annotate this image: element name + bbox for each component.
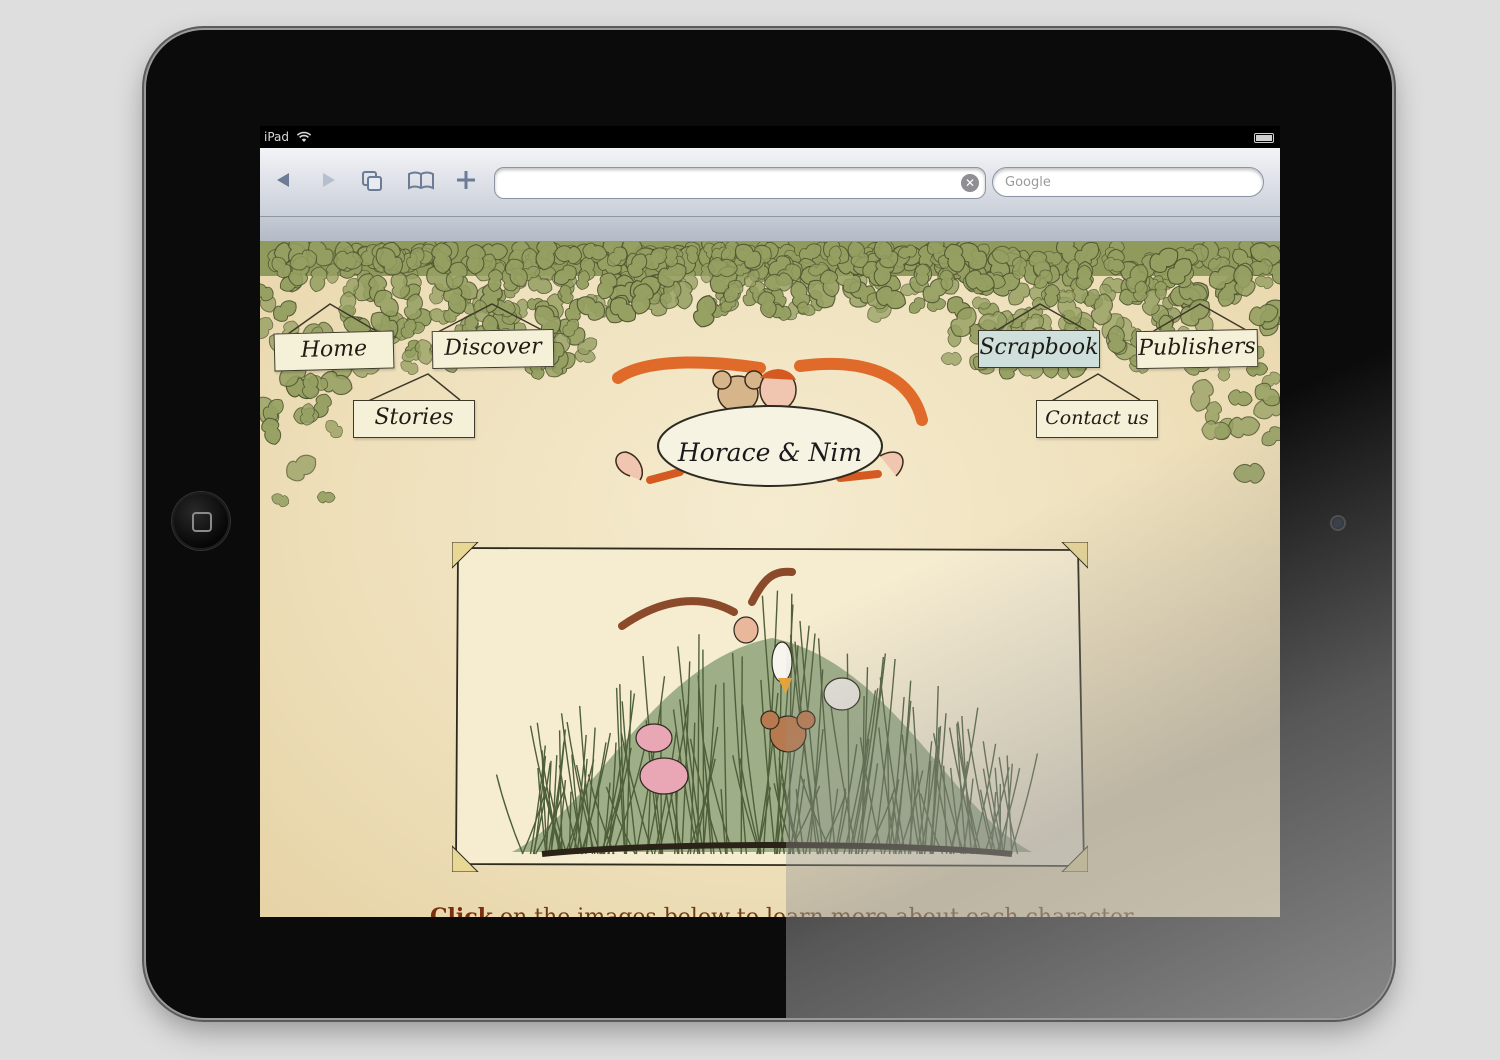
clear-icon[interactable]: ✕ [961,174,979,192]
site-logo[interactable]: Horace & Nim [610,352,940,512]
battery-icon [1254,133,1274,143]
home-square-icon [192,512,212,532]
pages-icon[interactable] [358,166,386,194]
search-placeholder: Google [1005,175,1051,190]
back-arrow-icon[interactable] [270,166,298,194]
nav-contact-us-label: Contact us [1045,407,1149,429]
nav-home[interactable]: Home [273,330,395,372]
nav-publishers[interactable]: Publishers [1135,328,1259,370]
characters-in-grass-illustration [451,541,1089,873]
nav-discover-label: Discover [444,334,542,361]
camera-lens [1332,517,1344,529]
nav-stories-label: Stories [374,405,454,430]
nav-contact-us[interactable]: Contact us [1036,400,1158,438]
nav-stories[interactable]: Stories [353,400,475,438]
nav-discover[interactable]: Discover [431,328,555,370]
logo-illustration [612,356,928,487]
screen: iPad ✕ Google Horace & Nim Home Discover… [260,126,1280,917]
instructions-emphasis: Click [430,904,493,917]
ipad-frame: iPad ✕ Google Horace & Nim Home Discover… [146,30,1392,1018]
nav-scrapbook[interactable]: Scrapbook [978,330,1100,368]
bookmarks-icon[interactable] [406,166,434,194]
web-page: Horace & Nim Home Discover Stories Scrap… [260,242,1280,917]
browser-toolbar: ✕ Google [260,148,1280,217]
wifi-icon [296,131,312,142]
nav-publishers-label: Publishers [1138,333,1256,362]
logo-text: Horace & Nim [677,438,863,467]
instructions-text: Click on the images below to learn more … [430,904,1133,917]
plus-icon[interactable] [452,166,480,194]
home-button[interactable] [172,492,230,550]
nav-home-label: Home [300,336,368,363]
search-input[interactable]: Google [992,167,1264,197]
instructions-rest: on the images below to learn more about … [493,905,1134,917]
nav-scrapbook-label: Scrapbook [979,335,1099,360]
browser-tab-strip [260,217,1280,242]
status-bar: iPad [260,126,1280,148]
hero-illustration-frame[interactable] [451,541,1089,873]
carrier-label: iPad [264,130,290,144]
forward-arrow-icon[interactable] [314,166,342,194]
url-input[interactable]: ✕ [494,167,986,199]
